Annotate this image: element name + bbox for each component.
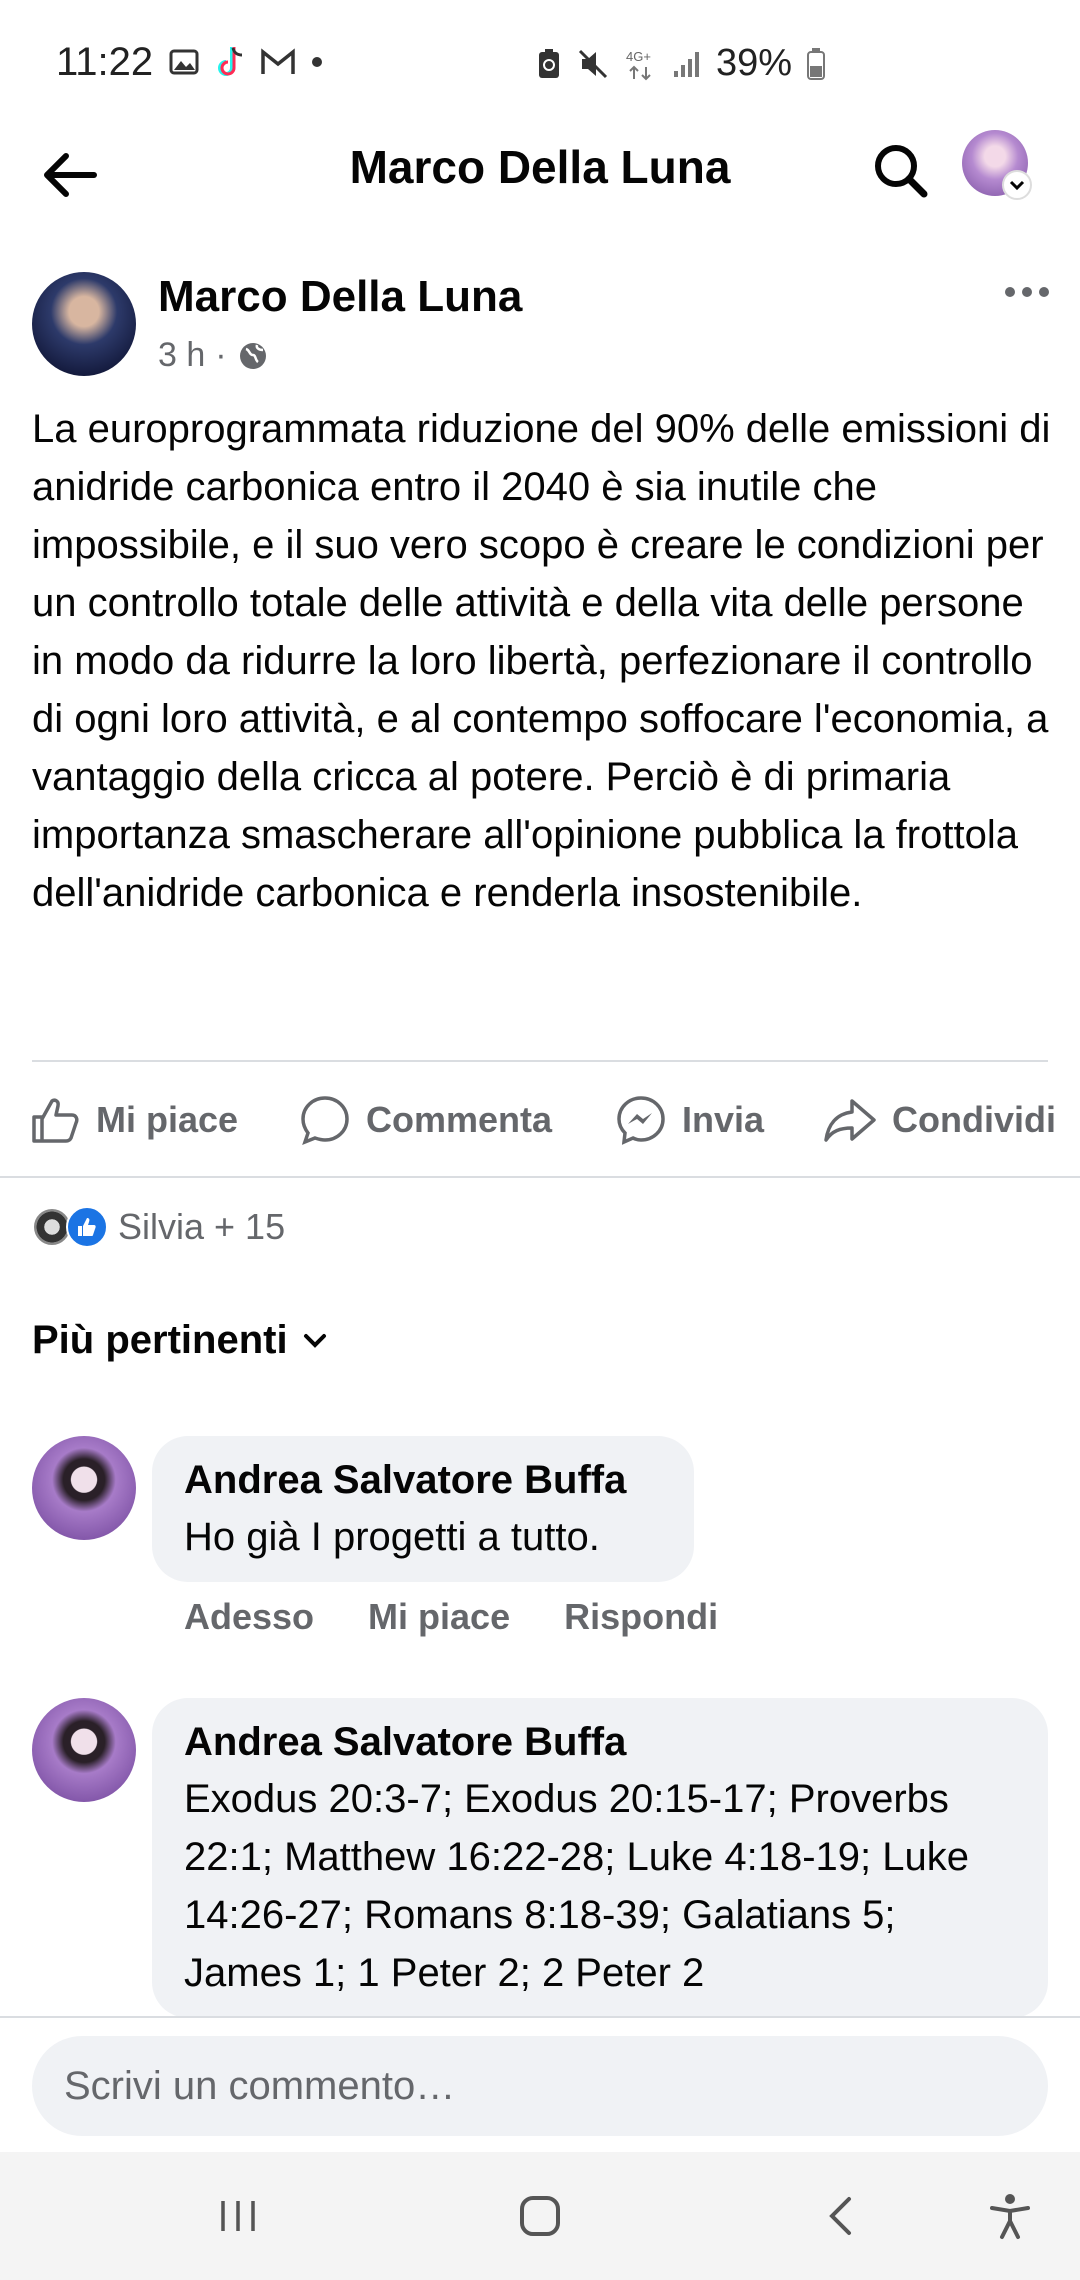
tiktok-icon: [218, 47, 243, 76]
like-button[interactable]: Mi piace: [28, 1080, 238, 1160]
send-button[interactable]: Invia: [614, 1080, 764, 1160]
comment-text: Ho già I progetti a tutto.: [184, 1515, 600, 1559]
comment-bubble: Andrea Salvatore Buffa Ho già I progetti…: [152, 1436, 694, 1582]
post-author-name[interactable]: Marco Della Luna: [158, 272, 522, 322]
send-label: Invia: [682, 1099, 765, 1140]
post-more-button[interactable]: [1000, 272, 1060, 312]
post-text: La europrogrammata riduzione del 90% del…: [32, 407, 1051, 915]
home-icon: [520, 2196, 560, 2236]
dot-icon: [312, 57, 322, 67]
sort-label: Più pertinenti: [32, 1318, 288, 1362]
comment-sort-dropdown[interactable]: Più pertinenti: [32, 1318, 330, 1363]
comment-label: Commenta: [366, 1099, 553, 1140]
accessibility-button[interactable]: [970, 2176, 1050, 2256]
comment-icon: [301, 1096, 349, 1146]
divider: [32, 1060, 1048, 1062]
back-nav-button[interactable]: [802, 2176, 882, 2256]
comment-button[interactable]: Commenta: [298, 1080, 552, 1160]
more-dots-icon: [1005, 287, 1049, 297]
comment-input[interactable]: Scrivi un commento…: [32, 2036, 1048, 2136]
meta-separator: ·: [215, 336, 227, 374]
gallery-icon: [169, 49, 199, 75]
share-arrow-icon: [824, 1099, 876, 1142]
post-action-bar: Mi piace Commenta Invia Condividi: [0, 1080, 1080, 1160]
system-icons: 4G+ 39%: [536, 42, 826, 85]
commenter-name[interactable]: Andrea Salvatore Buffa: [184, 1714, 1024, 1770]
signal-icon: [674, 51, 699, 77]
share-label: Condividi: [892, 1099, 1056, 1140]
top-app-bar: Marco Della Luna: [0, 120, 1080, 220]
comment-text: Exodus 20:3-7; Exodus 20:15-17; Proverbs…: [184, 1777, 969, 1995]
comment-time: Adesso: [184, 1596, 315, 1637]
home-button[interactable]: [500, 2176, 580, 2256]
status-time: 11:22: [56, 40, 154, 84]
reactions-count: Silvia + 15: [118, 1206, 286, 1247]
profile-menu-button[interactable]: [1002, 170, 1032, 200]
comment-composer: Scrivi un commento…: [0, 2016, 1080, 2152]
battery-percentage: 39%: [716, 42, 793, 84]
globe-icon: [239, 342, 266, 369]
search-button[interactable]: [866, 136, 936, 206]
share-button[interactable]: Condividi: [822, 1080, 1056, 1160]
comment-like-button[interactable]: Mi piace: [368, 1596, 510, 1638]
commenter-avatar[interactable]: [32, 1436, 136, 1540]
post-meta: 3 h ·: [158, 336, 269, 375]
messenger-icon: [617, 1096, 665, 1145]
status-bar: 11:22 4G+ 39%: [0, 0, 1080, 128]
mute-icon: [578, 49, 608, 78]
notification-icons: [168, 44, 324, 80]
divider: [0, 1176, 1080, 1178]
svg-text:4G+: 4G+: [626, 49, 651, 64]
comment-actions: Adesso Mi piace Rispondi: [184, 1596, 718, 1638]
chevron-down-icon: [1009, 180, 1025, 191]
commenter-name[interactable]: Andrea Salvatore Buffa: [184, 1452, 662, 1508]
post-time: 3 h: [158, 336, 206, 374]
recent-apps-button[interactable]: [198, 2176, 278, 2256]
chevron-down-icon: [303, 1333, 326, 1348]
system-navigation-bar: [0, 2152, 1080, 2280]
battery-saver-icon: [539, 48, 559, 78]
accessibility-icon: [990, 2194, 1030, 2239]
commenter-avatar[interactable]: [32, 1698, 136, 1802]
search-icon: [875, 145, 928, 198]
comment-bubble: Andrea Salvatore Buffa Exodus 20:3-7; Ex…: [152, 1698, 1048, 2018]
gmail-icon: [261, 48, 295, 74]
comment-reply-button[interactable]: Rispondi: [564, 1596, 718, 1638]
like-label: Mi piace: [96, 1099, 239, 1140]
battery-icon: [807, 47, 826, 80]
post-author-avatar[interactable]: [32, 272, 136, 376]
recent-apps-icon: [221, 2201, 255, 2231]
back-chevron-icon: [829, 2197, 851, 2235]
network-4g-icon: 4G+: [626, 49, 651, 80]
like-reaction-icon: [66, 1206, 108, 1248]
reactions-summary[interactable]: Silvia + 15: [32, 1206, 285, 1248]
thumbs-up-icon: [32, 1098, 79, 1143]
